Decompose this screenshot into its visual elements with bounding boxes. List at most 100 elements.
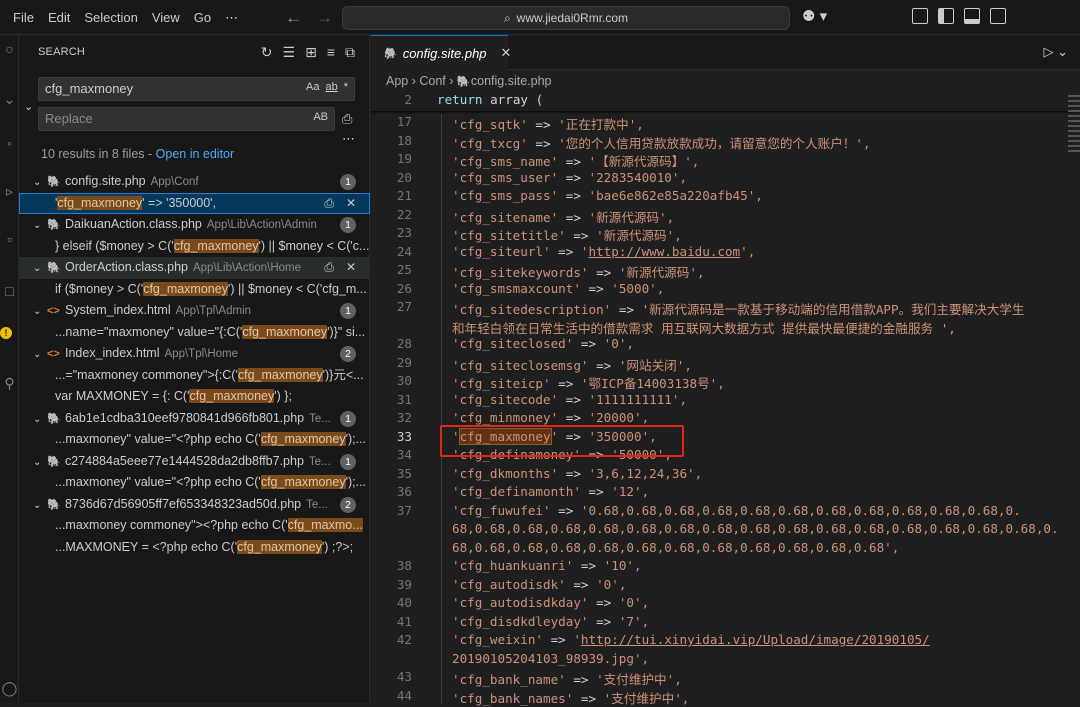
- result-match[interactable]: ...maxmoney" value="<?php echo C('cfg_ma…: [19, 472, 370, 494]
- code-line[interactable]: 'cfg_txcg' => '您的个人信用贷款放款成功，请留意您的个人账户！',: [452, 133, 871, 152]
- replace-all-icon[interactable]: ⎙: [342, 111, 352, 127]
- result-file[interactable]: ⌄ 🐘 6ab1e1cdba310eef9780841d966fb801.php Te…: [19, 408, 370, 430]
- customize-layout-icon[interactable]: [912, 8, 928, 24]
- close-tab-icon[interactable]: ✕: [501, 45, 512, 61]
- match-whole-word-toggle[interactable]: ab: [325, 81, 337, 93]
- code-line[interactable]: 'cfg_sitetitle' => '新源代源码',: [452, 225, 682, 244]
- testing-icon[interactable]: ⚲: [0, 375, 19, 399]
- result-file[interactable]: ⌄ 🐘 c274884a5eee77e1444528da2db8ffb7.php Te…: [19, 451, 370, 473]
- code-line[interactable]: 'cfg_sitedescription' => '新源代源码是一款基于移动端的…: [452, 299, 1025, 318]
- source-control-icon[interactable]: ◦: [0, 135, 19, 159]
- result-match[interactable]: ...="maxmoney commoney">{:C('cfg_maxmone…: [19, 365, 370, 387]
- code-line[interactable]: 'cfg_disdkdleyday' => '7',: [452, 614, 649, 629]
- code-line[interactable]: 'cfg_siteurl' => 'http://www.baidu.com',: [452, 244, 755, 259]
- new-search-editor-icon[interactable]: ⊞: [305, 44, 317, 61]
- code-line[interactable]: 68,0.68,0.68,0.68,0.68,0.68,0.68,0.68,0.…: [452, 540, 899, 555]
- result-match[interactable]: ...maxmoney commoney"><?php echo C('cfg_…: [19, 515, 370, 537]
- code-line[interactable]: 'cfg_autodisdkday' => '0',: [452, 595, 649, 610]
- code-line[interactable]: 'cfg_sitename' => '新源代源码',: [452, 207, 674, 226]
- result-match[interactable]: ...maxmoney" value="<?php echo C('cfg_ma…: [19, 429, 370, 451]
- chevron-down-icon[interactable]: ⌄: [33, 215, 47, 236]
- code-line[interactable]: 'cfg_sitecode' => '1111111111',: [452, 392, 687, 407]
- code-line[interactable]: 'cfg_definamonth' => '12',: [452, 484, 649, 499]
- code-line[interactable]: 'cfg_sms_name' => '【新源代源码】',: [452, 151, 699, 170]
- result-file[interactable]: ⌄ 🐘 config.site.php App\Conf 1: [19, 171, 370, 193]
- dismiss-icon[interactable]: ✕: [346, 257, 356, 279]
- preserve-case-toggle[interactable]: AB: [313, 111, 328, 123]
- replace-file-icon[interactable]: ⎙: [324, 257, 334, 279]
- command-center[interactable]: ⌕ www.jiedai0Rmr.com: [342, 6, 790, 30]
- extensions-icon[interactable]: ▫: [0, 231, 19, 255]
- toggle-secondary-sidebar-icon[interactable]: [990, 8, 1006, 24]
- search-input[interactable]: cfg_maxmoney Aa ab *: [38, 77, 355, 101]
- back-arrow-icon[interactable]: ←: [285, 8, 302, 28]
- code-line[interactable]: 68,0.68,0.68,0.68,0.68,0.68,0.68,0.68,0.…: [452, 521, 1059, 536]
- menu-file[interactable]: File: [6, 0, 41, 35]
- view-as-tree-icon[interactable]: ≡: [327, 44, 335, 61]
- run-debug-icon[interactable]: ▹: [0, 183, 19, 207]
- dismiss-icon[interactable]: ✕: [346, 193, 356, 215]
- menu-go[interactable]: Go: [187, 0, 218, 35]
- result-match[interactable]: } elseif ($money > C('cfg_maxmoney') || …: [19, 236, 370, 258]
- breadcrumb-app[interactable]: App: [386, 74, 408, 88]
- result-file[interactable]: ⌄ <> Index_index.html App\Tpl\Home 2: [19, 343, 370, 365]
- copilot-icon[interactable]: ⚉ ▾: [802, 7, 827, 25]
- code-line[interactable]: 'cfg_smsmaxcount' => '5000',: [452, 281, 664, 296]
- breadcrumb-conf[interactable]: Conf: [419, 74, 445, 88]
- toggle-panel-icon[interactable]: [964, 8, 980, 24]
- code-line[interactable]: 'cfg_sitekeywords' => '新源代源码',: [452, 262, 705, 281]
- chevron-down-icon[interactable]: ⌄: [33, 344, 47, 365]
- tab-config-site-php[interactable]: 🐘 config.site.php ✕: [371, 35, 511, 70]
- menu-more[interactable]: ⋯: [218, 0, 245, 35]
- clear-results-icon[interactable]: ☰: [283, 44, 296, 61]
- more-options-icon[interactable]: ⋯: [342, 131, 355, 147]
- use-regex-toggle[interactable]: *: [344, 81, 348, 93]
- result-match[interactable]: if ($money > C('cfg_maxmoney') || $money…: [19, 279, 370, 301]
- code-line[interactable]: 'cfg_autodisdk' => '0',: [452, 577, 626, 592]
- result-match[interactable]: ...MAXMONEY = <?php echo C('cfg_maxmoney…: [19, 537, 370, 559]
- open-in-editor-link[interactable]: Open in editor: [156, 147, 235, 161]
- chevron-down-icon[interactable]: ⌄: [33, 172, 47, 193]
- code-line[interactable]: 和年轻白领在日常生活中的借款需求 用互联网大数据方式 提供最快最便捷的金融服务 …: [452, 318, 956, 337]
- replace-icon[interactable]: ⎙: [324, 193, 334, 215]
- toggle-sidebar-icon[interactable]: [938, 8, 954, 24]
- chevron-down-icon[interactable]: ⌄: [33, 258, 47, 279]
- chevron-down-icon[interactable]: ⌄: [33, 301, 47, 322]
- toggle-replace-icon[interactable]: ⌄: [24, 100, 33, 113]
- code-line[interactable]: 'cfg_siteclosed' => '0',: [452, 336, 634, 351]
- refresh-icon[interactable]: ↻: [261, 44, 273, 61]
- code-line[interactable]: 'cfg_sms_pass' => 'bae6e862e85a220afb45'…: [452, 188, 763, 203]
- collapse-all-icon[interactable]: ⧉: [345, 44, 355, 61]
- code-line[interactable]: 'cfg_minmoney' => '20000',: [452, 410, 649, 425]
- match-case-toggle[interactable]: Aa: [306, 81, 319, 93]
- breadcrumb-file[interactable]: config.site.php: [471, 74, 552, 88]
- code-line[interactable]: 'cfg_dkmonths' => '3,6,12,24,36',: [452, 466, 702, 481]
- explorer-icon[interactable]: ○: [0, 41, 19, 65]
- result-match[interactable]: ...name="maxmoney" value="{:C('cfg_maxmo…: [19, 322, 370, 344]
- menu-view[interactable]: View: [145, 0, 187, 35]
- code-line[interactable]: 'cfg_weixin' => 'http://tui.xinyidai.vip…: [452, 632, 930, 647]
- minimap[interactable]: [1068, 92, 1080, 212]
- chevron-down-icon[interactable]: ⌄: [33, 452, 47, 473]
- code-line[interactable]: 'cfg_sqtk' => '正在打款中',: [452, 114, 644, 133]
- menu-edit[interactable]: Edit: [41, 0, 77, 35]
- result-file[interactable]: ⌄ 🐘 OrderAction.class.php App\Lib\Action\Ho…: [19, 257, 370, 279]
- run-icon[interactable]: ▷ ⌄: [1043, 44, 1068, 60]
- sticky-scroll-line[interactable]: return array (: [437, 92, 543, 107]
- code-line[interactable]: 'cfg_fuwufei' => '0.68,0.68,0.68,0.68,0.…: [452, 503, 1021, 518]
- result-file[interactable]: ⌄ 🐘 8736d67d56905ff7ef653348323ad50d.php Te…: [19, 494, 370, 516]
- replace-input[interactable]: Replace AB: [38, 107, 335, 131]
- result-match[interactable]: var MAXMONEY = {: C('cfg_maxmoney') };: [19, 386, 370, 408]
- chevron-down-icon[interactable]: ⌄: [33, 495, 47, 516]
- result-file[interactable]: ⌄ 🐘 DaikuanAction.class.php App\Lib\Action\…: [19, 214, 370, 236]
- code-line[interactable]: 'cfg_bank_names' => '支付维护中',: [452, 688, 689, 707]
- code-view[interactable]: 2 return array ( 17 'cfg_sqtk' => '正在打款中'…: [371, 92, 1080, 706]
- result-file[interactable]: ⌄ <> System_index.html App\Tpl\Admin 1: [19, 300, 370, 322]
- forward-arrow-icon[interactable]: →: [316, 8, 333, 28]
- code-line[interactable]: 'cfg_siteclosemsg' => '网站关闭',: [452, 355, 692, 374]
- menu-selection[interactable]: Selection: [77, 0, 144, 35]
- search-view-icon[interactable]: ⌄: [0, 91, 19, 115]
- code-line[interactable]: 'cfg_siteicp' => '鄂ICP备14003138号',: [452, 373, 725, 392]
- code-line[interactable]: 'cfg_huankuanri' => '10',: [452, 558, 642, 573]
- chevron-down-icon[interactable]: ⌄: [33, 409, 47, 430]
